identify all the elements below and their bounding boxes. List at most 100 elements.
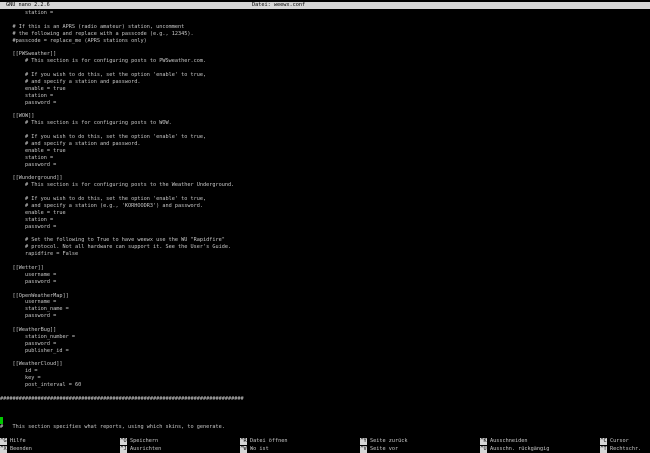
shortcut-label: Wo ist (250, 445, 269, 452)
app-name: GNU nano 2.2.6 (6, 2, 50, 8)
editor-line[interactable] (0, 258, 650, 265)
title-bar: GNU nano 2.2.6 Datei: weewx.conf (0, 2, 650, 9)
editor-line[interactable]: password = (0, 313, 650, 320)
shortcut-row2-5[interactable]: ^T Rechtschr. (600, 445, 642, 453)
editor-line[interactable]: station = (0, 155, 650, 162)
editor-area[interactable]: station = # If this is an APRS (radio am… (0, 10, 650, 418)
editor-line[interactable]: password = (0, 341, 650, 348)
shortcut-key: ^X (0, 445, 7, 453)
editor-line[interactable]: #passcode = replace_me (APRS stations on… (0, 38, 650, 45)
editor-line[interactable]: [[Wunderground]] (0, 175, 650, 182)
editor-line[interactable] (0, 65, 650, 72)
editor-line[interactable] (0, 389, 650, 396)
editor-line[interactable] (0, 320, 650, 327)
editor-line[interactable]: username = (0, 299, 650, 306)
cursor-line[interactable] (0, 417, 650, 424)
editor-line[interactable]: [[WeatherBug]] (0, 327, 650, 334)
editor-line[interactable]: # Set the following to True to have weew… (0, 237, 650, 244)
shortcut-row2-0[interactable]: ^X Beenden (0, 445, 32, 453)
shortcut-key: ^Y (360, 438, 367, 445)
editor-line[interactable]: station = (0, 10, 650, 17)
shortcut-row1-5[interactable]: ^C Cursor (600, 438, 629, 445)
shortcut-key: ^T (600, 445, 607, 453)
shortcut-label: Beenden (10, 445, 32, 452)
editor-line[interactable] (0, 286, 650, 293)
shortcut-key: ^J (120, 445, 127, 453)
text-cursor (0, 417, 3, 424)
shortcut-row1-1[interactable]: ^O Speichern (120, 438, 158, 445)
editor-line[interactable]: # This section is for configuring posts … (0, 182, 650, 189)
editor-line[interactable]: key = (0, 375, 650, 382)
editor-line[interactable]: [[WOW]] (0, 113, 650, 120)
editor-line[interactable]: # and specify a station (e.g., 'KORHOODR… (0, 203, 650, 210)
shortcut-label: Ausrichten (130, 445, 162, 452)
shortcut-label: Hilfe (10, 438, 26, 444)
file-name: Datei: weewx.conf (252, 2, 306, 8)
editor-line[interactable]: rapidfire = False (0, 251, 650, 258)
shortcut-key: ^G (0, 438, 7, 445)
editor-line[interactable]: # This section is for configuring posts … (0, 58, 650, 65)
editor-line[interactable] (0, 189, 650, 196)
editor-line[interactable]: [[OpenWeatherMap]] (0, 293, 650, 300)
editor-line[interactable]: # This section is for configuring posts … (0, 120, 650, 127)
shortcut-row1-3[interactable]: ^Y Seite zurück (360, 438, 407, 445)
shortcut-label: Seite vor (370, 445, 399, 452)
editor-line[interactable]: id = (0, 368, 650, 375)
editor-line[interactable] (0, 106, 650, 113)
shortcut-row2-2[interactable]: ^W Wo ist (240, 445, 269, 453)
editor-line[interactable] (0, 44, 650, 51)
editor-line[interactable]: enable = true (0, 210, 650, 217)
shortcut-row1-0[interactable]: ^G Hilfe (0, 438, 26, 445)
editor-line[interactable] (0, 168, 650, 175)
shortcut-key: ^K (480, 438, 487, 445)
shortcut-label: Seite zurück (370, 438, 408, 444)
shortcut-key: ^V (360, 445, 367, 453)
shortcut-key: ^W (240, 445, 247, 453)
editor-line[interactable] (0, 355, 650, 362)
editor-line[interactable]: station = (0, 217, 650, 224)
editor-line[interactable]: password = (0, 224, 650, 231)
shortcut-label: Ausschn. rückgängig (490, 445, 550, 452)
editor-line[interactable]: # the following and replace with a passc… (0, 31, 650, 38)
editor-line[interactable]: enable = true (0, 86, 650, 93)
editor-line[interactable]: station = (0, 93, 650, 100)
editor-line[interactable]: # If you wish to do this, set the option… (0, 72, 650, 79)
editor-line[interactable]: # protocol. Not all hardware can support… (0, 244, 650, 251)
editor-line[interactable]: password = (0, 100, 650, 107)
editor-line[interactable]: publisher_id = (0, 348, 650, 355)
shortcut-row2-4[interactable]: ^U Ausschn. rückgängig (480, 445, 550, 453)
editor-line[interactable] (0, 231, 650, 238)
shortcut-row2-1[interactable]: ^J Ausrichten (120, 445, 162, 453)
editor-line[interactable]: enable = true (0, 148, 650, 155)
shortcut-label: Cursor (610, 438, 629, 444)
shortcut-label: Speichern (130, 438, 159, 444)
editor-line[interactable]: password = (0, 279, 650, 286)
shortcut-row1-2[interactable]: ^R Datei öffnen (240, 438, 287, 445)
shortcut-row1-4[interactable]: ^K Ausschneiden (480, 438, 527, 445)
shortcut-label: Datei öffnen (250, 438, 288, 444)
editor-line[interactable]: [[Wetter]] (0, 265, 650, 272)
editor-line[interactable]: # If you wish to do this, set the option… (0, 196, 650, 203)
shortcut-bar: ^G Hilfe ^O Speichern ^R Datei öffnen ^Y Seite … (0, 438, 650, 453)
shortcut-key: ^U (480, 445, 487, 453)
editor-line[interactable]: # If this is an APRS (radio amateur) sta… (0, 24, 650, 31)
editor-line[interactable]: post_interval = 60 (0, 382, 650, 389)
shortcut-label: Ausschneiden (490, 438, 528, 444)
editor-line[interactable]: # and specify a station and password. (0, 141, 650, 148)
editor-line-after-cursor[interactable]: # This section specifies what reports, u… (0, 424, 650, 431)
editor-line[interactable]: [[PWSweather]] (0, 51, 650, 58)
editor-line[interactable] (0, 17, 650, 24)
editor-line[interactable]: # and specify a station and password. (0, 79, 650, 86)
shortcut-label: Rechtschr. (610, 445, 642, 452)
editor-line[interactable] (0, 127, 650, 134)
shortcut-key: ^C (600, 438, 607, 445)
shortcut-row2-3[interactable]: ^V Seite vor (360, 445, 399, 453)
editor-line[interactable]: # If you wish to do this, set the option… (0, 134, 650, 141)
editor-line[interactable]: ########################################… (0, 396, 650, 403)
editor-line[interactable]: username = (0, 272, 650, 279)
shortcut-key: ^R (240, 438, 247, 445)
editor-line[interactable]: station_number = (0, 334, 650, 341)
editor-line[interactable]: station_name = (0, 306, 650, 313)
editor-line[interactable]: password = (0, 162, 650, 169)
editor-line[interactable]: [[WeatherCloud]] (0, 361, 650, 368)
